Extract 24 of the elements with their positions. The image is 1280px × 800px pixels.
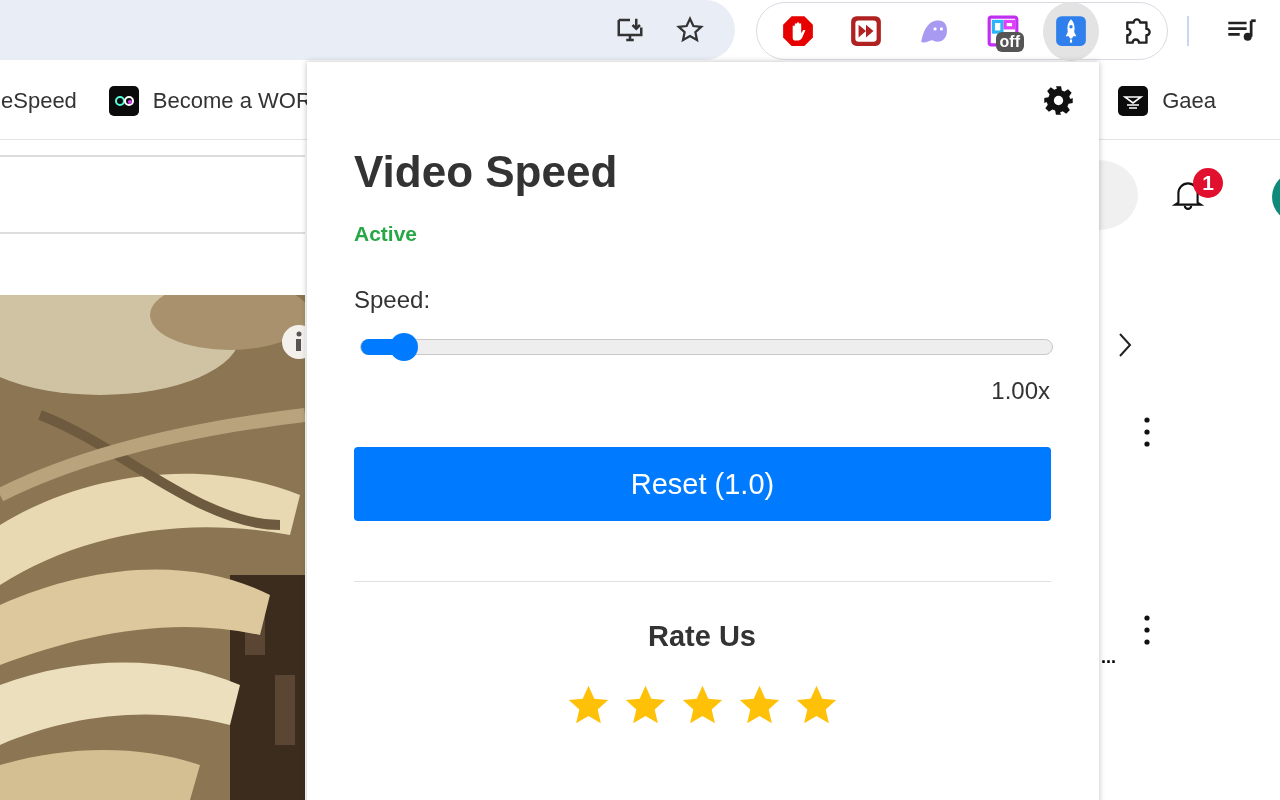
speed-label: Speed: — [354, 286, 432, 314]
more-icon[interactable] — [1144, 417, 1150, 447]
extension-button[interactable]: off — [974, 1, 1031, 61]
status-text: Active — [354, 222, 419, 246]
chevron-right-icon[interactable] — [1118, 332, 1132, 358]
bookmark-icon — [108, 85, 139, 116]
truncated-text: ... — [1101, 650, 1116, 664]
star-icon[interactable] — [675, 15, 705, 45]
more-icon[interactable] — [1144, 615, 1150, 645]
rocket-icon — [1053, 14, 1088, 48]
slider-track[interactable] — [360, 339, 1053, 355]
rate-heading: Rate Us — [647, 620, 757, 653]
bookmark-icon — [1118, 85, 1149, 116]
slider-thumb[interactable] — [390, 333, 419, 361]
bookmark[interactable]: eSpeed — [1, 87, 77, 114]
speed-value: 1.00x — [990, 377, 1050, 405]
bookmark[interactable]: Gaea — [1118, 85, 1216, 116]
hand-icon — [781, 14, 816, 48]
fast-forward-icon — [849, 14, 884, 48]
status-badge: off — [995, 32, 1025, 52]
notification-badge: 1 — [1193, 168, 1223, 198]
reset-button[interactable]: Reset (1.0) — [354, 447, 1051, 521]
popup-title: Video Speed — [354, 146, 619, 198]
settings-icon[interactable] — [1043, 85, 1074, 116]
